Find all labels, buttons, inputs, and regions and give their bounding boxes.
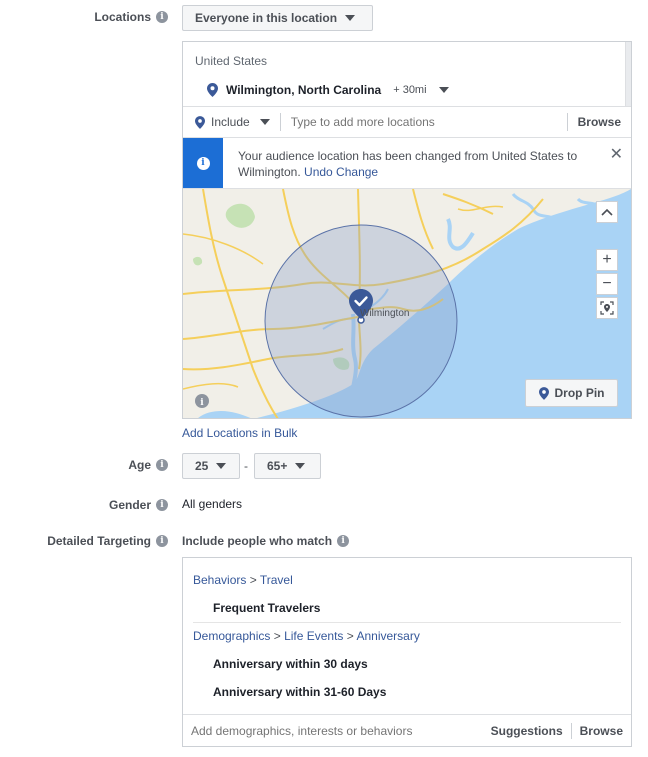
locate-me-button[interactable] <box>596 297 618 319</box>
chevron-up-icon <box>601 208 613 216</box>
detailed-targeting-box: Behaviors > Travel Frequent Travelers De… <box>182 557 632 747</box>
location-search-row: Include Browse <box>183 106 631 138</box>
location-list-scrollbar[interactable] <box>625 42 631 106</box>
radius-dropdown-icon[interactable] <box>438 87 449 93</box>
age-max-dropdown[interactable]: 65+ <box>254 453 321 479</box>
info-icon[interactable]: i <box>337 535 350 547</box>
detailed-targeting-label: Detailed Targeting i <box>47 534 168 548</box>
age-min-dropdown[interactable]: 25 <box>182 453 240 479</box>
age-label: Age i <box>128 458 168 472</box>
notice-side-bar: i <box>183 138 223 188</box>
add-locations-in-bulk-link[interactable]: Add Locations in Bulk <box>182 426 297 440</box>
breadcrumb-link[interactable]: Anniversary <box>356 629 419 643</box>
chevron-down-icon <box>295 463 306 469</box>
notice-message: Your audience location has been changed … <box>238 149 578 179</box>
location-mode-dropdown[interactable]: Everyone in this location <box>182 5 373 31</box>
chevron-down-icon <box>259 119 270 125</box>
targeting-item[interactable]: Anniversary within 30 days <box>213 657 368 671</box>
breadcrumb-link[interactable]: Travel <box>260 573 293 587</box>
location-pin-icon <box>195 115 205 129</box>
targeting-breadcrumb: Demographics > Life Events > Anniversary <box>193 629 420 643</box>
browse-targeting-button[interactable]: Browse <box>570 722 631 739</box>
targeting-search-row: Suggestions Browse <box>183 714 631 746</box>
location-map[interactable]: i Wilmington + − Drop Pin <box>183 188 631 418</box>
svg-text:i: i <box>200 398 204 408</box>
zoom-out-button[interactable]: − <box>596 273 618 295</box>
chevron-down-icon <box>345 15 356 21</box>
location-search-input[interactable] <box>280 115 567 129</box>
collapse-map-button[interactable] <box>596 201 618 223</box>
location-name: Wilmington, North Carolina <box>226 83 382 97</box>
breadcrumb-link[interactable]: Demographics <box>193 629 270 643</box>
close-icon[interactable]: ✕ <box>610 147 623 163</box>
info-icon[interactable]: i <box>156 499 168 511</box>
location-change-notice: i Your audience location has been change… <box>183 138 631 189</box>
location-pin-icon <box>538 386 549 400</box>
targeting-item[interactable]: Anniversary within 31-60 Days <box>213 685 386 699</box>
location-selector: United States Wilmington, North Carolina… <box>182 41 632 419</box>
gender-value[interactable]: All genders <box>182 497 242 511</box>
browse-locations-button[interactable]: Browse <box>566 113 631 131</box>
chevron-down-icon <box>216 463 227 469</box>
location-pin-icon <box>207 83 218 97</box>
map-city-label: Wilmington <box>360 308 410 319</box>
suggestions-button[interactable]: Suggestions <box>483 723 571 739</box>
breadcrumb-separator: > <box>249 573 260 587</box>
info-icon[interactable]: i <box>156 459 168 471</box>
selected-country: United States <box>195 54 268 68</box>
info-icon[interactable]: i <box>156 535 168 547</box>
targeting-search-input[interactable] <box>183 723 483 738</box>
breadcrumb-separator: > <box>273 629 285 643</box>
include-dropdown[interactable]: Include <box>183 113 281 131</box>
group-divider <box>193 622 621 623</box>
breadcrumb-link[interactable]: Behaviors <box>193 573 246 587</box>
info-icon: i <box>196 156 210 170</box>
drop-pin-button[interactable]: Drop Pin <box>525 379 618 407</box>
undo-change-link[interactable]: Undo Change <box>304 165 378 179</box>
gender-label: Gender i <box>109 498 168 512</box>
radius-value[interactable]: + 30mi <box>393 84 426 96</box>
selected-location: Wilmington, North Carolina + 30mi <box>207 83 449 97</box>
include-people-text: Include people who match i <box>182 534 350 548</box>
targeting-item[interactable]: Frequent Travelers <box>213 601 320 615</box>
info-icon[interactable]: i <box>156 11 168 23</box>
locations-label: Locations i <box>94 10 168 24</box>
age-range-separator: - <box>244 459 248 473</box>
breadcrumb-link[interactable]: Life Events <box>284 629 343 643</box>
targeting-breadcrumb: Behaviors > Travel <box>193 573 293 587</box>
target-pin-icon <box>600 301 614 315</box>
zoom-in-button[interactable]: + <box>596 249 618 271</box>
